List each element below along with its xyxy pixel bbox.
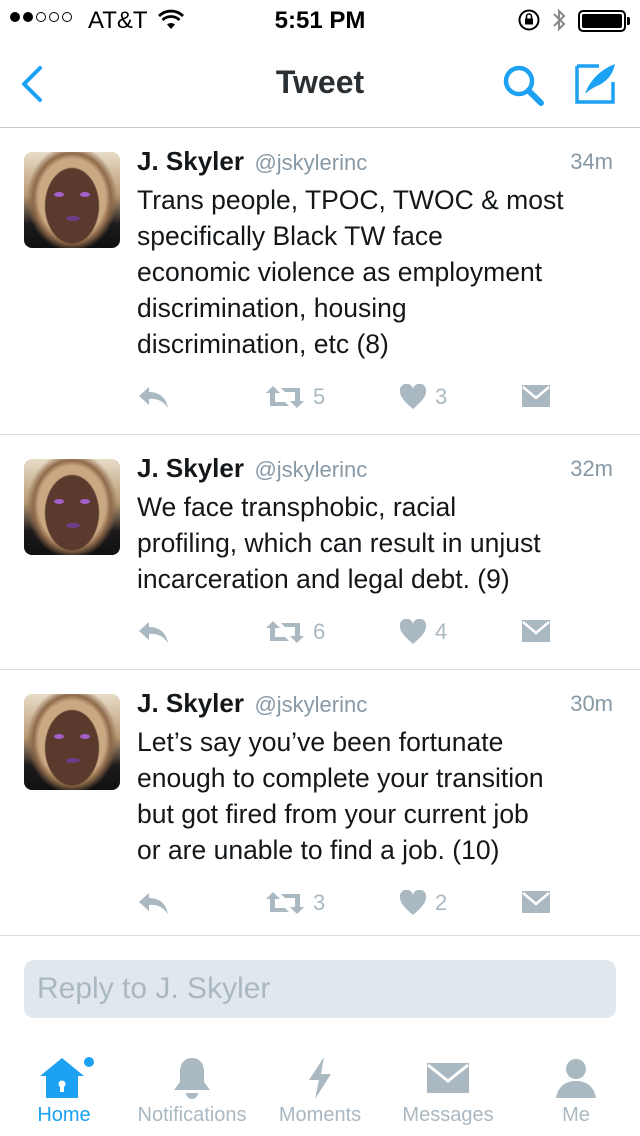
avatar[interactable]	[24, 694, 120, 790]
like-button[interactable]: 2	[399, 890, 447, 916]
reply-input[interactable]: Reply to J. Skyler	[24, 960, 616, 1018]
reply-button[interactable]	[137, 384, 171, 410]
tab-label: Home	[37, 1104, 91, 1126]
reply-button[interactable]	[137, 619, 171, 645]
retweet-count: 5	[313, 384, 326, 409]
envelope-icon	[522, 891, 550, 913]
tweet-text: We face transphobic, racial profiling, w…	[137, 492, 541, 594]
retweet-button[interactable]: 3	[265, 890, 325, 916]
home-icon	[40, 1057, 94, 1098]
nav-bar: Tweet	[0, 40, 640, 128]
tweet[interactable]: J. Skyler @jskylerinc 32m We face transp…	[0, 435, 640, 670]
like-count: 3	[435, 384, 448, 409]
tab-me[interactable]: Me	[512, 1040, 640, 1136]
tweet-text: Let’s say you’ve been fortunate enough t…	[137, 727, 544, 865]
tweet-text: Trans people, TPOC, TWOC & most specific…	[137, 185, 564, 359]
tab-label: Moments	[278, 1104, 362, 1126]
bluetooth-icon	[553, 8, 566, 32]
retweet-button[interactable]: 5	[265, 384, 325, 410]
tab-moments[interactable]: Moments	[256, 1040, 384, 1136]
avatar[interactable]	[24, 459, 120, 555]
like-button[interactable]: 3	[399, 384, 447, 410]
tweet-list: J. Skyler @jskylerinc 34m Trans people, …	[0, 128, 640, 936]
envelope-icon	[522, 620, 550, 642]
envelope-icon	[427, 1063, 469, 1093]
tweet-timestamp: 34m	[570, 149, 613, 174]
lightning-icon	[309, 1057, 331, 1099]
status-bar: AT&T 5:51 PM	[0, 0, 640, 40]
tab-home[interactable]: Home	[0, 1040, 128, 1136]
compose-icon[interactable]	[573, 60, 619, 106]
tab-label: Notifications	[137, 1104, 247, 1126]
tab-bar: Home Notifications Moments Messages Me	[0, 1040, 640, 1136]
author-name[interactable]: J. Skyler	[137, 453, 244, 483]
person-icon	[556, 1059, 596, 1098]
search-icon[interactable]	[500, 62, 546, 108]
heart-icon	[399, 384, 427, 409]
bell-icon	[174, 1058, 210, 1099]
author-handle[interactable]: @jskylerinc	[254, 150, 367, 175]
status-time: 5:51 PM	[274, 7, 366, 34]
like-count: 4	[435, 619, 448, 644]
author-handle[interactable]: @jskylerinc	[254, 692, 367, 717]
direct-message-button[interactable]	[521, 619, 551, 643]
like-button[interactable]: 4	[399, 619, 447, 645]
reply-icon	[139, 893, 168, 914]
like-count: 2	[435, 890, 448, 915]
tab-label: Messages	[402, 1104, 494, 1126]
retweet-icon	[266, 386, 304, 408]
reply-icon	[139, 622, 168, 643]
retweet-icon	[266, 621, 304, 643]
battery-icon	[578, 10, 630, 32]
reply-icon	[139, 387, 168, 408]
tab-messages[interactable]: Messages	[384, 1040, 512, 1136]
tweet-timestamp: 32m	[570, 456, 613, 481]
heart-icon	[399, 619, 427, 644]
envelope-icon	[522, 385, 550, 407]
tweet[interactable]: J. Skyler @jskylerinc 34m Trans people, …	[0, 128, 640, 435]
direct-message-button[interactable]	[521, 890, 551, 914]
rotation-lock-icon	[518, 9, 540, 31]
author-handle[interactable]: @jskylerinc	[254, 457, 367, 482]
retweet-count: 6	[313, 619, 326, 644]
reply-button[interactable]	[137, 890, 171, 916]
retweet-icon	[266, 892, 304, 914]
tab-notifications[interactable]: Notifications	[128, 1040, 256, 1136]
avatar[interactable]	[24, 152, 120, 248]
direct-message-button[interactable]	[521, 384, 551, 408]
tweet[interactable]: J. Skyler @jskylerinc 30m Let’s say you’…	[0, 670, 640, 936]
retweet-button[interactable]: 6	[265, 619, 325, 645]
tab-label: Me	[562, 1104, 590, 1126]
heart-icon	[399, 890, 427, 915]
author-name[interactable]: J. Skyler	[137, 146, 244, 176]
retweet-count: 3	[313, 890, 326, 915]
tweet-timestamp: 30m	[570, 691, 613, 716]
author-name[interactable]: J. Skyler	[137, 688, 244, 718]
